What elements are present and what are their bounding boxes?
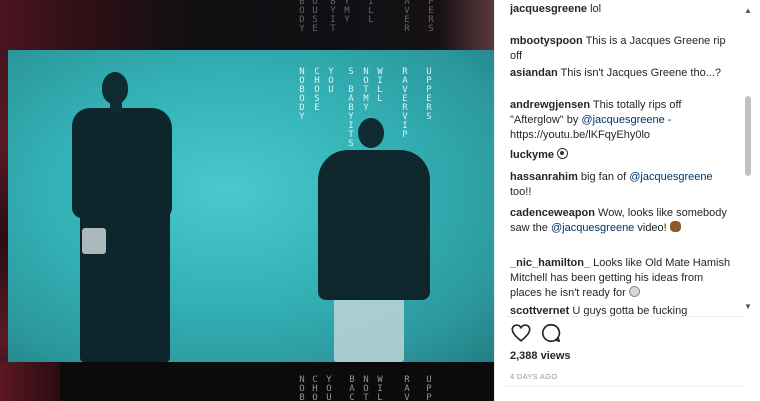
comment-item: hassanrahim big fan of @jacquesgreene to…: [510, 170, 736, 200]
lyric-column-top-4: I L L: [368, 0, 374, 25]
comment-username[interactable]: hassanrahim: [510, 171, 578, 183]
comments-panel: jacquesgreene lol mbootyspoon This is a J…: [494, 0, 760, 401]
lyric-column-middle-3: S B A B Y I T S: [348, 67, 354, 149]
chevron-up-icon[interactable]: ▲: [743, 6, 753, 16]
lyric-column-bottom-2: Y O U: [326, 375, 332, 401]
comment-list: jacquesgreene lol mbootyspoon This is a J…: [510, 0, 738, 316]
comment-item: cadenceweapon Wow, looks like somebody s…: [510, 206, 736, 236]
lyric-column-bottom-3: B A C I: [349, 375, 355, 401]
lyric-column-middle-6: R A V E R V I P: [402, 67, 408, 140]
comment-icon[interactable]: [540, 322, 562, 344]
chevron-down-icon[interactable]: ▼: [743, 302, 753, 312]
person-left-bag: [82, 228, 106, 254]
lyric-column-bottom-5: W I L L: [377, 375, 383, 401]
person-left-body: [72, 108, 172, 218]
lyric-column-bottom-4: N O T M: [363, 375, 369, 401]
lyric-column-middle-0: N O B O D Y: [299, 67, 305, 122]
comment-username[interactable]: andrewgjensen: [510, 99, 590, 111]
comment-text: U guys gotta be fucking: [569, 305, 688, 316]
lyric-column-top-6: P E R S: [428, 0, 434, 34]
video-top-right-glow: [440, 0, 494, 50]
monkey-emoji-icon: [669, 221, 681, 232]
comment-username[interactable]: cadenceweapon: [510, 207, 595, 219]
person-right-head: [358, 118, 384, 148]
lyric-column-middle-5: W I L L: [377, 67, 383, 104]
mention-link[interactable]: @jacquesgreene: [629, 171, 712, 183]
lyric-column-top-1: O U S E: [312, 0, 318, 34]
mention-link[interactable]: @jacquesgreene: [581, 114, 664, 126]
comment-text: video!: [634, 222, 670, 234]
comment-item: _nic_hamilton_ Looks like Old Mate Hamis…: [510, 256, 736, 301]
lyric-column-top-5: A V E R: [404, 0, 410, 34]
comment-username[interactable]: luckyme: [510, 149, 554, 161]
comment-item: mbootyspoon This is a Jacques Greene rip…: [510, 34, 736, 64]
comment-item: scottvernet U guys gotta be fucking: [510, 304, 736, 316]
mention-link[interactable]: @jacquesgreene: [551, 222, 634, 234]
skull-emoji-icon: [628, 286, 640, 297]
video-top-band: [0, 0, 494, 50]
heart-icon[interactable]: [510, 322, 532, 344]
lyric-column-bottom-1: C H O S: [312, 375, 318, 401]
lyric-column-middle-2: Y O U: [328, 67, 334, 95]
lyric-column-top-2: B Y I T: [330, 0, 336, 34]
view-count: 2,388 views: [510, 350, 571, 362]
comment-scrollbar[interactable]: ▲ ▼: [741, 6, 755, 318]
video-bottom-band: [0, 362, 494, 401]
comment-item: jacquesgreene lol: [510, 2, 736, 17]
comment-text: lol: [587, 3, 602, 15]
lyric-column-middle-4: N O T M Y: [363, 67, 369, 113]
lyric-column-middle-7: U P P E R S: [426, 67, 432, 122]
lyric-column-bottom-0: N O B O: [299, 375, 305, 401]
comment-item: asiandan This isn't Jacques Greene tho..…: [510, 66, 736, 81]
lyric-column-bottom-6: R A V I: [404, 375, 410, 401]
comment-username[interactable]: scottvernet: [510, 305, 569, 316]
comment-item: luckyme: [510, 148, 736, 163]
lyric-column-top-3: Y M Y: [344, 0, 350, 25]
comment-text: too!!: [510, 186, 532, 198]
divider: [505, 316, 745, 317]
person-right-body: [318, 150, 430, 300]
divider: [505, 386, 745, 387]
lyric-column-top-0: B O D Y: [299, 0, 305, 34]
post-timestamp: 4 DAYS AGO: [510, 372, 558, 381]
scrollbar-thumb[interactable]: [745, 96, 751, 176]
comment-username[interactable]: jacquesgreene: [510, 3, 587, 15]
comment-text: This isn't Jacques Greene tho...?: [557, 67, 722, 79]
comment-username[interactable]: mbootyspoon: [510, 35, 583, 47]
lyric-column-middle-1: C H O S E: [314, 67, 320, 113]
eye-emoji-icon: [557, 148, 569, 159]
comment-username[interactable]: _nic_hamilton_: [510, 257, 590, 269]
comment-text: big fan of: [577, 171, 630, 183]
comment-item: andrewgjensen This totally rips off "Aft…: [510, 98, 736, 143]
comment-username[interactable]: asiandan: [510, 67, 558, 79]
video-player[interactable]: B O D Y O U S E B Y I T Y M Y I L L A V E R P …: [0, 0, 494, 401]
person-left-head: [102, 72, 128, 104]
person-right-legs: [334, 296, 404, 362]
lyric-column-bottom-7: U P P: [426, 375, 432, 401]
video-bottom-glow: [0, 362, 60, 401]
